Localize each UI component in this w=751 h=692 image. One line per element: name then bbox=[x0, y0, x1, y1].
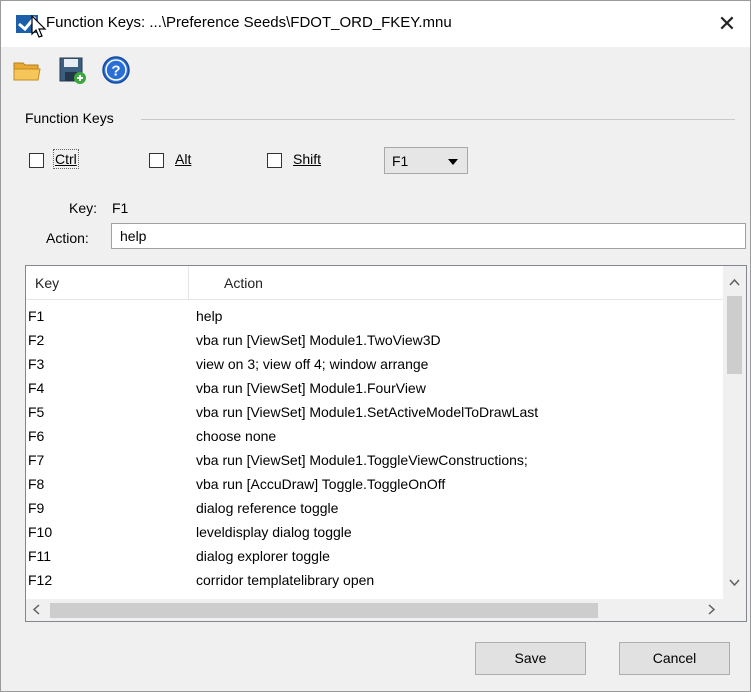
table-row[interactable]: F10 leveldisplay dialog toggle bbox=[26, 520, 723, 544]
row-key: F12 bbox=[28, 572, 53, 588]
table-row[interactable]: F1 help bbox=[26, 304, 723, 328]
row-action: help bbox=[196, 308, 223, 324]
vertical-scroll-thumb[interactable] bbox=[727, 296, 742, 374]
group-divider bbox=[141, 119, 735, 120]
column-header-key[interactable]: Key bbox=[35, 275, 59, 291]
shift-label[interactable]: Shift bbox=[293, 151, 321, 167]
table-row[interactable]: F7 vba run [ViewSet] Module1.ToggleViewC… bbox=[26, 448, 723, 472]
scroll-left-arrow-icon[interactable] bbox=[32, 604, 40, 615]
row-key: F3 bbox=[28, 356, 45, 372]
row-key: F8 bbox=[28, 476, 45, 492]
table-row[interactable]: F9 dialog reference toggle bbox=[26, 496, 723, 520]
row-action: view on 3; view off 4; window arrange bbox=[196, 356, 429, 372]
alt-checkbox[interactable] bbox=[149, 153, 164, 168]
row-key: F2 bbox=[28, 332, 45, 348]
table-row[interactable]: F6 choose none bbox=[26, 424, 723, 448]
save-icon[interactable] bbox=[57, 55, 87, 85]
horizontal-scroll-thumb[interactable] bbox=[50, 603, 598, 618]
svg-text:?: ? bbox=[111, 63, 120, 80]
folder-open-icon[interactable] bbox=[12, 55, 42, 85]
table-row[interactable]: F11 dialog explorer toggle bbox=[26, 544, 723, 568]
row-action: dialog reference toggle bbox=[196, 500, 339, 516]
table-row[interactable]: F5 vba run [ViewSet] Module1.SetActiveMo… bbox=[26, 400, 723, 424]
key-label: Key: bbox=[69, 200, 98, 216]
row-key: F7 bbox=[28, 452, 45, 468]
key-value: F1 bbox=[112, 200, 129, 216]
vertical-scrollbar[interactable] bbox=[723, 266, 746, 599]
table-row[interactable]: F8 vba run [AccuDraw] Toggle.ToggleOnOff bbox=[26, 472, 723, 496]
row-key: F11 bbox=[28, 548, 52, 564]
row-action: choose none bbox=[196, 428, 277, 444]
row-key: F10 bbox=[28, 524, 53, 540]
scroll-up-arrow-icon[interactable] bbox=[729, 278, 740, 286]
row-action: leveldisplay dialog toggle bbox=[196, 524, 352, 540]
function-key-select[interactable]: F1 bbox=[384, 147, 468, 174]
close-button[interactable]: ✕ bbox=[704, 1, 750, 47]
toolbar: ? bbox=[1, 47, 750, 93]
scroll-down-arrow-icon[interactable] bbox=[729, 579, 740, 587]
table-row[interactable]: F12 corridor templatelibrary open bbox=[26, 568, 723, 592]
column-header-action[interactable]: Action bbox=[224, 275, 263, 291]
row-action: corridor templatelibrary open bbox=[196, 572, 375, 588]
table-row[interactable]: F2 vba run [ViewSet] Module1.TwoView3D bbox=[26, 328, 723, 352]
table-row[interactable]: F3 view on 3; view off 4; window arrange bbox=[26, 352, 723, 376]
row-action: vba run [ViewSet] Module1.ToggleViewCons… bbox=[196, 452, 528, 468]
row-action: vba run [AccuDraw] Toggle.ToggleOnOff bbox=[196, 476, 446, 492]
help-icon[interactable]: ? bbox=[101, 55, 131, 85]
title-bar[interactable]: Function Keys: ...\Preference Seeds\FDOT… bbox=[1, 1, 750, 47]
row-action: vba run [ViewSet] Module1.SetActiveModel… bbox=[196, 404, 539, 420]
row-key: F6 bbox=[28, 428, 45, 444]
scroll-right-arrow-icon[interactable] bbox=[708, 604, 716, 615]
table-row[interactable]: F4 vba run [ViewSet] Module1.FourView bbox=[26, 376, 723, 400]
function-keys-dialog: Function Keys: ...\Preference Seeds\FDOT… bbox=[0, 0, 751, 692]
function-key-table: Key Action F1 help F2 vba run [ViewSet] … bbox=[25, 265, 747, 622]
shift-checkbox[interactable] bbox=[267, 153, 282, 168]
row-key: F4 bbox=[28, 380, 45, 396]
row-key: F9 bbox=[28, 500, 45, 516]
ctrl-label[interactable]: Ctrl bbox=[53, 149, 79, 169]
column-divider[interactable] bbox=[188, 266, 189, 300]
row-key: F5 bbox=[28, 404, 45, 420]
close-icon: ✕ bbox=[717, 11, 737, 36]
group-label-function-keys: Function Keys bbox=[25, 110, 114, 126]
chevron-down-icon bbox=[448, 159, 458, 165]
cancel-button[interactable]: Cancel bbox=[619, 642, 730, 675]
row-action: dialog explorer toggle bbox=[196, 548, 330, 564]
row-action: vba run [ViewSet] Module1.FourView bbox=[196, 380, 426, 396]
action-label: Action: bbox=[46, 230, 89, 246]
action-input[interactable] bbox=[111, 223, 746, 249]
row-action: vba run [ViewSet] Module1.TwoView3D bbox=[196, 332, 441, 348]
ctrl-checkbox[interactable] bbox=[29, 153, 44, 168]
save-button[interactable]: Save bbox=[475, 642, 586, 675]
function-key-select-value: F1 bbox=[392, 153, 409, 169]
horizontal-scrollbar[interactable] bbox=[26, 599, 746, 621]
alt-label[interactable]: Alt bbox=[175, 151, 191, 167]
window-title: Function Keys: ...\Preference Seeds\FDOT… bbox=[46, 14, 452, 31]
table-header: Key Action bbox=[26, 266, 723, 300]
scrollbar-corner bbox=[723, 599, 746, 621]
row-key: F1 bbox=[28, 308, 45, 324]
